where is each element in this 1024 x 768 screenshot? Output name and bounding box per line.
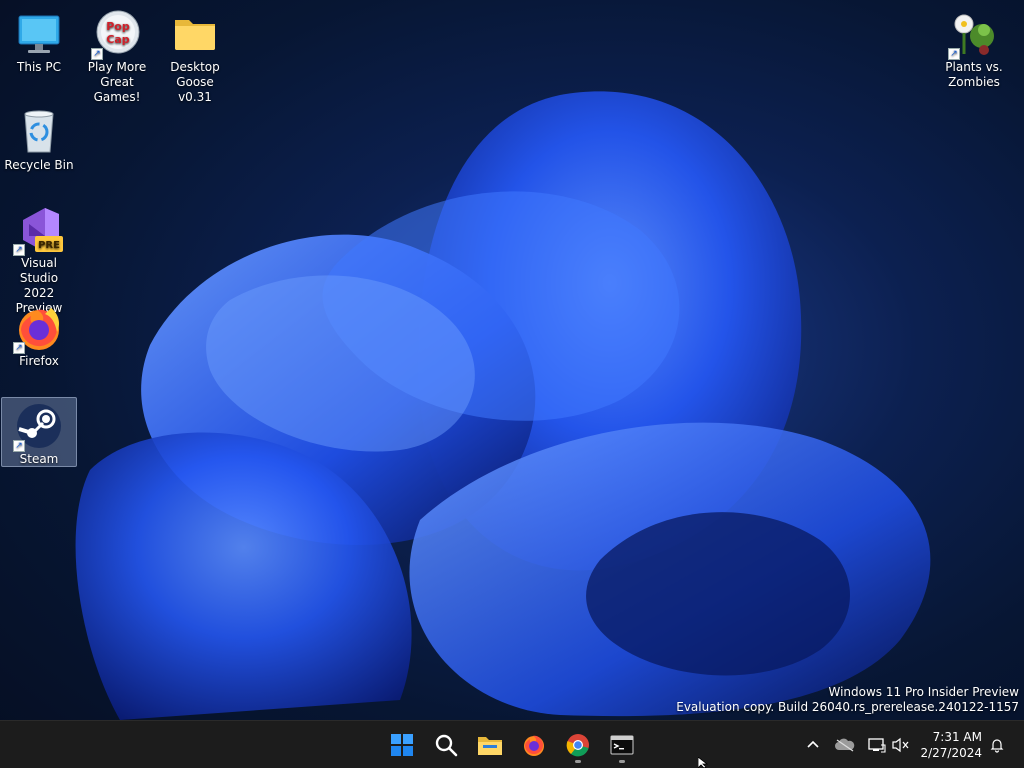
firefox-icon <box>524 735 544 756</box>
shortcut-arrow-icon: ↗ <box>948 48 960 60</box>
desktop-icon-this-pc[interactable]: This PC <box>1 5 77 80</box>
start-button[interactable] <box>384 727 420 763</box>
running-indicator <box>575 760 581 763</box>
desktop-icon-plants-vs-zombies[interactable]: ↗ Plants vs. Zombies <box>936 5 1012 95</box>
bell-icon <box>990 739 1004 753</box>
desktop-icon-label: Plants vs. Zombies <box>945 60 1003 89</box>
start-icon <box>391 734 413 756</box>
watermark-build: Evaluation copy. Build 26040.rs_prerelea… <box>676 700 1019 714</box>
volume-muted-icon <box>892 737 909 753</box>
onedrive-icon <box>835 738 855 752</box>
recycle-bin-icon <box>15 108 63 156</box>
desktop-icon-firefox[interactable]: ↗ Firefox <box>1 299 77 374</box>
popcap-text-cap: Cap <box>106 33 129 46</box>
desktop-icon-label: This PC <box>17 60 61 74</box>
shortcut-arrow-icon: ↗ <box>13 244 25 256</box>
visual-studio-icon: PRE ↗ <box>13 206 63 256</box>
taskbar-file-explorer[interactable] <box>472 727 508 763</box>
taskbar-chrome[interactable] <box>560 727 596 763</box>
shortcut-arrow-icon: ↗ <box>13 440 25 452</box>
firefox-icon: ↗ <box>13 304 63 354</box>
tray-volume[interactable] <box>890 733 912 757</box>
shortcut-arrow-icon: ↗ <box>13 342 25 354</box>
search-button[interactable] <box>428 727 464 763</box>
evaluation-watermark: Windows 11 Pro Insider Preview Evaluatio… <box>676 685 1019 715</box>
desktop-icon-recycle-bin[interactable]: Recycle Bin <box>1 103 77 178</box>
desktop-icon-label: Steam <box>19 452 59 466</box>
desktop-icon-label: Desktop Goose v0.31 <box>170 60 220 104</box>
popcap-text-pop: Pop <box>106 20 130 33</box>
desktop-icon-play-more-great-games[interactable]: Pop Cap ↗ Play More Great Games! <box>79 5 155 110</box>
tray-network[interactable] <box>866 733 888 757</box>
desktop-icon-label: Play More Great Games! <box>87 60 147 104</box>
terminal-icon <box>610 735 634 755</box>
monitor-icon <box>15 10 63 58</box>
taskbar-terminal[interactable] <box>604 727 640 763</box>
search-icon <box>435 734 458 757</box>
watermark-edition: Windows 11 Pro Insider Preview <box>828 685 1019 699</box>
network-icon <box>868 738 886 753</box>
mouse-cursor-icon <box>698 757 709 768</box>
preview-badge-text: PRE <box>38 240 60 251</box>
folder-icon <box>171 10 219 58</box>
popcap-icon: Pop Cap ↗ <box>91 10 141 60</box>
file-explorer-icon <box>478 737 502 755</box>
desktop-icon-desktop-goose[interactable]: Desktop Goose v0.31 <box>157 5 233 110</box>
steam-icon: ↗ <box>13 402 63 452</box>
desktop-icon-label: Recycle Bin <box>4 158 74 172</box>
clock-date: 2/27/2024 <box>920 746 982 760</box>
chevron-up-icon <box>807 740 819 748</box>
tray-onedrive[interactable] <box>834 733 856 757</box>
desktop-icon-steam[interactable]: ↗ Steam <box>1 397 77 467</box>
chrome-icon <box>566 734 589 757</box>
shortcut-arrow-icon: ↗ <box>91 48 103 60</box>
running-indicator <box>619 760 625 763</box>
plants-vs-zombies-icon: ↗ <box>948 10 998 60</box>
clock-time: 7:31 AM <box>932 730 982 744</box>
show-hidden-icons-button[interactable] <box>802 733 824 757</box>
notifications-button[interactable] <box>986 733 1008 757</box>
taskbar-clock[interactable]: 7:31 AM 2/27/2024 <box>920 729 982 761</box>
taskbar-firefox[interactable] <box>516 727 552 763</box>
desktop-icon-label: Firefox <box>19 354 59 368</box>
taskbar: 7:31 AM 2/27/2024 <box>0 720 1024 768</box>
